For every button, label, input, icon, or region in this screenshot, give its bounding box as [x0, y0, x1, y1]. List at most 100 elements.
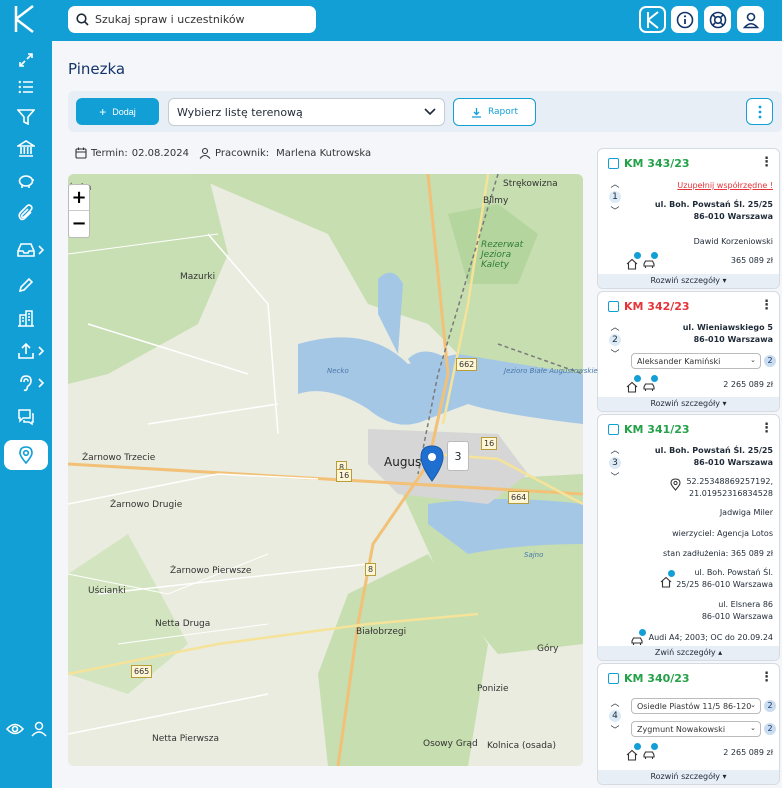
sidebar-item-piggy[interactable]: [0, 166, 52, 196]
sidebar-item-messages[interactable]: [0, 402, 52, 432]
term-value: 02.08.2024: [131, 147, 189, 159]
case-checkbox[interactable]: [608, 673, 619, 684]
sidebar-item-filter[interactable]: [0, 102, 52, 132]
fill-coordinates-link[interactable]: Uzupełnij współrzędne !: [677, 180, 773, 192]
zoom-out-button[interactable]: −: [69, 211, 89, 237]
sidebar-item-export[interactable]: [0, 336, 52, 366]
address-line2: 86-010 Warszawa: [693, 458, 773, 467]
house-icon[interactable]: [626, 743, 641, 761]
sidebar-item-listen[interactable]: [0, 368, 52, 398]
car-icon[interactable]: [643, 743, 658, 759]
chevron-up-icon[interactable]: ︿: [608, 696, 622, 709]
case-number[interactable]: KM 343/23: [624, 157, 690, 170]
sidebar-item-buildings[interactable]: [0, 303, 52, 333]
sidebar-item-list[interactable]: [0, 72, 52, 102]
map-place-label: Mazurki: [180, 272, 216, 282]
sidebar-item-inbox[interactable]: [0, 235, 52, 265]
map-place-label: Bilmy: [483, 196, 509, 206]
debt-status: stan zadłużenia: 365 089 zł: [663, 549, 773, 558]
search-input[interactable]: [95, 13, 305, 26]
chevron-up-icon[interactable]: ︿: [608, 320, 622, 333]
case-number[interactable]: KM 341/23: [624, 423, 690, 436]
sidebar-item-court[interactable]: [0, 134, 52, 164]
user-outline-icon: [31, 721, 47, 737]
car-icon[interactable]: [643, 252, 658, 268]
map-marker-icon[interactable]: [419, 444, 445, 482]
more-options-button[interactable]: [746, 98, 773, 125]
car-icon[interactable]: [643, 375, 658, 391]
case-nav: ︿ 1 ﹀: [608, 177, 622, 217]
case-menu-button[interactable]: ⋮: [760, 421, 773, 436]
sidebar-item-view[interactable]: [2, 714, 28, 744]
buildings-icon: [18, 310, 34, 327]
address-line1: ul. Boh. Powstań Śl. 25/25: [654, 446, 773, 455]
case-checkbox[interactable]: [608, 301, 619, 312]
expand-details-toggle[interactable]: Rozwiń szczegóły ▾: [598, 274, 779, 288]
house-icon[interactable]: [626, 252, 641, 270]
case-card[interactable]: KM 340/23 ⋮ ︿ 4 ﹀ Osiedle Piastów 11/5 86-…: [597, 663, 780, 785]
case-checkbox[interactable]: [608, 158, 619, 169]
app-switch-button[interactable]: [639, 6, 666, 33]
case-menu-button[interactable]: ⋮: [760, 298, 773, 313]
chevron-up-icon[interactable]: ︿: [608, 443, 622, 456]
sidebar-item-expand[interactable]: [0, 45, 52, 75]
map-place-label: Białobrzegi: [356, 627, 407, 637]
worker-label: Pracownik:: [215, 147, 270, 159]
case-menu-button[interactable]: ⋮: [760, 670, 773, 685]
help-button[interactable]: [704, 6, 731, 33]
address-select[interactable]: Osiedle Piastów 11/5 86-120 ⌄: [631, 698, 761, 714]
marker-cluster[interactable]: 3: [447, 441, 469, 471]
expand-details-toggle[interactable]: Rozwiń szczegóły ▾: [598, 397, 779, 411]
zoom-in-button[interactable]: +: [69, 185, 89, 211]
case-number[interactable]: KM 340/23: [624, 672, 690, 685]
case-card[interactable]: KM 341/23 ⋮ ︿ 3 ﹀ ul. Boh. Powstań Śl. 25/…: [597, 414, 780, 661]
app-logo-icon[interactable]: [13, 4, 37, 34]
amount: 2 265 089 zł: [723, 380, 773, 389]
map-place-label: Netta Druga: [155, 619, 211, 629]
case-card[interactable]: KM 342/23 ⋮ ︿ 2 ﹀ ul. Wieniawskiego 5 86-0…: [597, 291, 780, 412]
chevron-down-icon[interactable]: ﹀: [608, 470, 622, 483]
amount: 365 089 zł: [730, 256, 773, 265]
map-place-label: Uścianki: [88, 586, 126, 596]
report-button-label: Raport: [487, 107, 519, 117]
case-number[interactable]: KM 342/23: [624, 300, 690, 313]
search-box[interactable]: [68, 6, 316, 33]
case-index: 2: [609, 334, 621, 346]
house-icon[interactable]: [626, 375, 641, 393]
info-button[interactable]: [671, 6, 698, 33]
sidebar-item-attachments[interactable]: [0, 198, 52, 228]
add-button[interactable]: + Dodaj: [76, 98, 159, 125]
chevron-down-icon[interactable]: ﹀: [608, 723, 622, 736]
sidebar-item-pin[interactable]: [4, 440, 48, 470]
creditor: wierzyciel: Agencja Lotos: [672, 529, 773, 538]
car-icon[interactable]: [631, 629, 646, 645]
chevron-up-icon[interactable]: ︿: [608, 177, 622, 190]
case-card[interactable]: KM 343/23 ⋮ ︿ 1 ﹀ Uzupełnij współrzędne ! …: [597, 148, 780, 289]
map-place-label: Necko: [327, 367, 349, 375]
filter-icon: [17, 109, 35, 125]
top-bar: [0, 0, 782, 41]
case-menu-button[interactable]: ⋮: [760, 155, 773, 170]
case-index: 4: [609, 710, 621, 722]
house-icon[interactable]: [660, 570, 675, 588]
calendar-icon: [75, 147, 87, 159]
add-button-label: Dodaj: [112, 106, 136, 117]
collapse-details-toggle[interactable]: Zwiń szczegóły ▴: [598, 646, 779, 660]
report-button[interactable]: Raport: [453, 98, 536, 126]
map-place-label: Żarnowo Drugie: [110, 500, 183, 510]
expand-details-toggle[interactable]: Rozwiń szczegóły ▾: [598, 770, 779, 784]
chevron-down-icon[interactable]: ﹀: [608, 204, 622, 217]
chevron-down-icon[interactable]: ﹀: [608, 347, 622, 360]
sidebar: [0, 41, 52, 788]
person-select[interactable]: Aleksander Kamiński ⌄: [631, 353, 761, 369]
sidebar-item-account[interactable]: [26, 714, 52, 744]
user-profile-button[interactable]: [737, 6, 764, 33]
map-place-label: Góry: [537, 644, 559, 654]
field-list-select[interactable]: Wybierz listę terenową: [168, 98, 445, 126]
sidebar-item-edit[interactable]: [0, 270, 52, 300]
pencil-icon: [18, 277, 34, 293]
person-select[interactable]: Zygmunt Nowakowski ⌄: [631, 721, 761, 737]
address-line1: ul. Wieniawskiego 5: [682, 323, 773, 332]
case-checkbox[interactable]: [608, 424, 619, 435]
chat-icon: [18, 409, 34, 426]
